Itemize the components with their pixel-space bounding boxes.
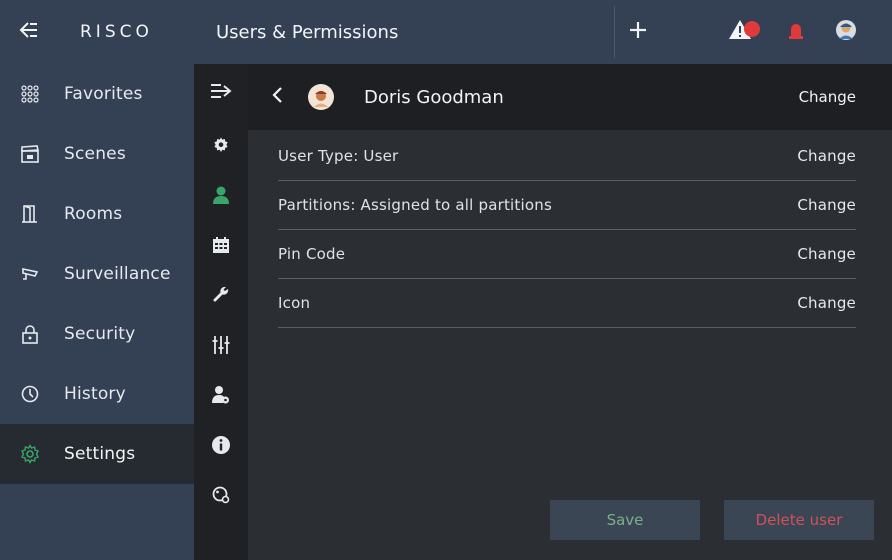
sidebar-item-settings[interactable]: Settings	[0, 424, 194, 484]
collapse-sidebar-button[interactable]	[0, 0, 58, 64]
page-title: Users & Permissions	[216, 21, 399, 43]
calendar-icon	[212, 236, 230, 258]
avatar-icon	[835, 19, 857, 45]
gear-icon	[213, 137, 229, 157]
field-row-partitions: Partitions: Assigned to all partitions C…	[278, 181, 856, 230]
warning-alert-icon	[728, 18, 762, 46]
back-button[interactable]	[248, 64, 306, 130]
user-icon	[212, 185, 230, 209]
sidebar-item-label: Rooms	[64, 204, 123, 224]
subnav-controls[interactable]	[194, 322, 248, 372]
user-name: Doris Goodman	[364, 86, 504, 108]
sidebar-item-label: Settings	[64, 444, 136, 464]
action-buttons: Save Delete user	[550, 500, 874, 540]
field-label: Icon	[278, 294, 311, 312]
door-icon	[0, 204, 60, 224]
field-label: Pin Code	[278, 245, 346, 263]
user-header: Doris Goodman Change	[248, 64, 892, 130]
subnav-network[interactable]	[194, 472, 248, 522]
change-partitions-button[interactable]: Change	[797, 196, 856, 214]
clapperboard-icon	[0, 144, 60, 164]
lock-icon	[0, 324, 60, 344]
sliders-icon	[211, 335, 231, 359]
subnav-maintenance[interactable]	[194, 272, 248, 322]
siren-icon	[788, 20, 804, 44]
add-button[interactable]	[615, 0, 661, 64]
info-icon	[211, 435, 231, 459]
expand-arrow-icon	[209, 82, 233, 104]
sidebar-item-scenes[interactable]: Scenes	[0, 124, 194, 184]
save-button[interactable]: Save	[550, 500, 700, 540]
sidebar-item-rooms[interactable]: Rooms	[0, 184, 194, 244]
subnav-schedule[interactable]	[194, 222, 248, 272]
settings-subnav	[194, 64, 248, 560]
subnav-about[interactable]	[194, 422, 248, 472]
grid-dots-icon	[0, 84, 60, 104]
field-row-icon: Icon Change	[278, 279, 856, 328]
clock-icon	[0, 384, 60, 404]
alerts-button[interactable]	[711, 0, 779, 64]
change-name-button[interactable]: Change	[799, 88, 856, 106]
wrench-icon	[212, 286, 230, 308]
profile-button[interactable]	[821, 0, 871, 64]
field-row-pin-code: Pin Code Change	[278, 230, 856, 279]
main-sidebar: RISCO Favorites Scenes Rooms Surveillanc…	[0, 0, 194, 560]
user-details-panel: Doris Goodman Change User Type: User Cha…	[248, 64, 892, 560]
gear-icon	[0, 444, 60, 464]
user-settings-icon	[211, 385, 231, 409]
sidebar-item-surveillance[interactable]: Surveillance	[0, 244, 194, 304]
plus-icon	[628, 20, 648, 44]
expand-subnav-button[interactable]	[194, 64, 248, 122]
field-label: User Type: User	[278, 147, 399, 165]
sidebar-item-label: History	[64, 384, 126, 404]
sidebar-item-label: Favorites	[64, 84, 143, 104]
sidebar-item-label: Security	[64, 324, 136, 344]
delete-user-button[interactable]: Delete user	[724, 500, 874, 540]
sidebar-item-history[interactable]: History	[0, 364, 194, 424]
sidebar-item-favorites[interactable]: Favorites	[0, 64, 194, 124]
subnav-general[interactable]	[194, 122, 248, 172]
sidebar-header: RISCO	[0, 0, 194, 64]
avatar	[308, 84, 334, 110]
chevron-left-icon	[271, 86, 283, 108]
sidebar-item-security[interactable]: Security	[0, 304, 194, 364]
arrow-left-icon	[19, 21, 39, 43]
change-icon-button[interactable]: Change	[797, 294, 856, 312]
subnav-users[interactable]	[194, 172, 248, 222]
user-fields-list: User Type: User Change Partitions: Assig…	[278, 132, 856, 328]
sidebar-item-label: Scenes	[64, 144, 126, 164]
top-bar: Users & Permissions	[194, 0, 892, 64]
subnav-user-settings[interactable]	[194, 372, 248, 422]
risco-logo: RISCO	[80, 22, 153, 42]
alarm-button[interactable]	[779, 0, 813, 64]
field-label: Partitions: Assigned to all partitions	[278, 196, 552, 214]
field-row-user-type: User Type: User Change	[278, 132, 856, 181]
change-pin-code-button[interactable]: Change	[797, 245, 856, 263]
network-icon	[211, 485, 231, 509]
camera-icon	[0, 264, 60, 284]
sidebar-item-label: Surveillance	[64, 264, 171, 284]
change-user-type-button[interactable]: Change	[797, 147, 856, 165]
